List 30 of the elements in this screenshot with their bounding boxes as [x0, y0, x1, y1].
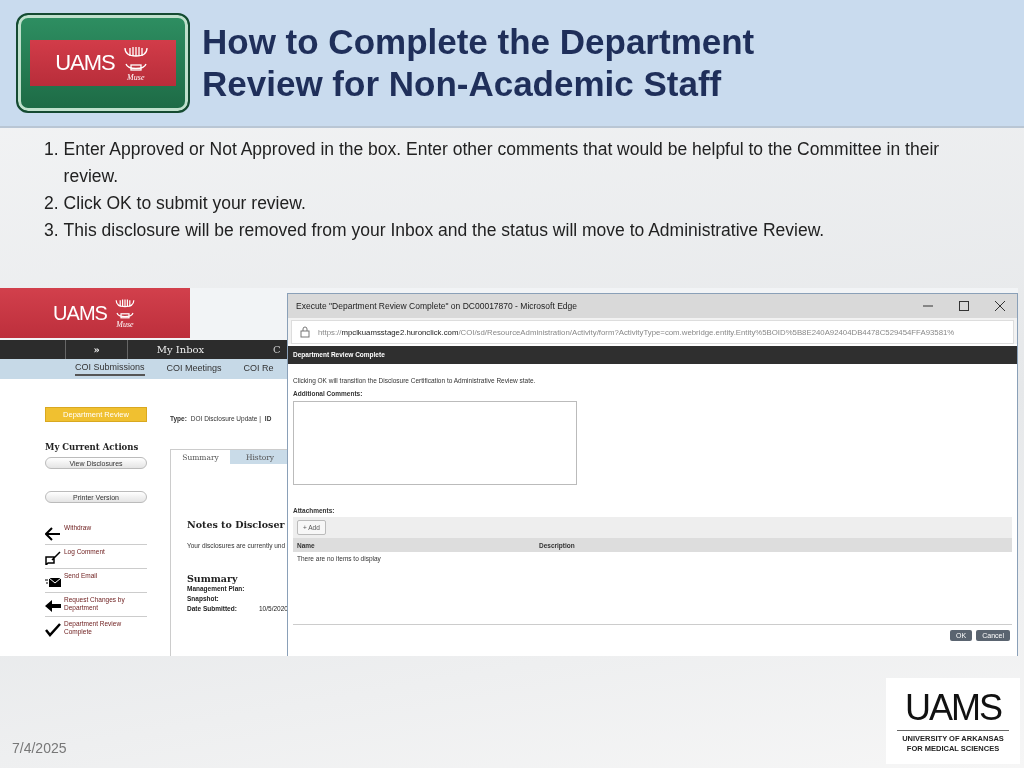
sub-nav-tab[interactable]: COI Submissions — [75, 362, 145, 376]
slide-date: 7/4/2025 — [12, 740, 67, 756]
step-text: Enter Approved or Not Approved in the box. Enter other comments that would be helpful to the Committee in their review. — [63, 138, 941, 188]
step-text: This disclosure will be removed from your Inbox and the status will move to Administrative Review. — [63, 219, 825, 242]
logo-subtext: Muse — [127, 74, 145, 82]
step-number: 2. — [44, 192, 59, 215]
logo-subtext: Muse — [116, 321, 134, 329]
logo-wordmark: UAMS — [55, 50, 115, 76]
sub-nav-tab[interactable]: COI Meetings — [166, 363, 222, 375]
lock-icon — [300, 326, 310, 338]
actions-heading: My Current Actions — [45, 442, 140, 452]
step-number: 1. — [44, 138, 59, 161]
nav-tab[interactable]: C — [273, 340, 283, 359]
logo-wordmark: UAMS — [53, 301, 107, 325]
close-icon[interactable] — [995, 301, 1005, 311]
section-heading: Notes to Discloser — [187, 519, 286, 530]
slide-title: How to Complete the Department Review for Non-Academic Staff — [202, 21, 756, 105]
window-title: Execute "Department Review Complete" on DC00017870 - Microsoft Edge — [296, 301, 578, 311]
arrow-left-icon — [45, 527, 61, 541]
logo-wordmark: UAMS — [905, 688, 1001, 727]
comments-field[interactable] — [293, 401, 577, 485]
checkmark-icon — [45, 623, 61, 637]
maximize-icon[interactable] — [959, 301, 969, 311]
envelope-icon — [45, 575, 61, 589]
step-number: 3. — [44, 219, 59, 242]
sub-nav-tab[interactable]: COI Re — [243, 363, 274, 375]
arrow-left-icon — [45, 599, 61, 613]
section-heading: Summary — [187, 573, 239, 584]
step-text: Click OK to submit your review. — [63, 192, 306, 215]
pencil-comment-icon — [45, 551, 61, 565]
